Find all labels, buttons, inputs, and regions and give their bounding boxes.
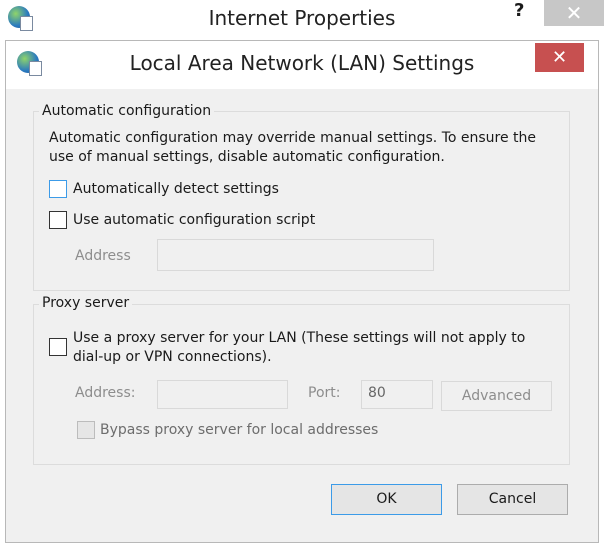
proxy-address-label: Address:	[75, 385, 136, 401]
use-proxy-label[interactable]: Use a proxy server for your LAN (These s…	[73, 329, 525, 367]
port-label: Port:	[308, 385, 341, 401]
ok-button[interactable]: OK	[331, 484, 442, 515]
use-proxy-label-line1: Use a proxy server for your LAN (These s…	[73, 330, 526, 346]
cancel-button[interactable]: Cancel	[457, 484, 568, 515]
auto-detect-label[interactable]: Automatically detect settings	[73, 181, 279, 197]
script-address-input[interactable]	[157, 239, 434, 271]
advanced-button[interactable]: Advanced	[441, 381, 552, 411]
dialog-title: Local Area Network (LAN) Settings	[129, 51, 475, 75]
auto-config-description: Automatic configuration may override man…	[49, 130, 537, 165]
lan-settings-dialog: Local Area Network (LAN) Settings ✕ Auto…	[5, 40, 599, 543]
port-input[interactable]: 80	[361, 380, 433, 409]
auto-detect-checkbox[interactable]	[49, 180, 67, 198]
auto-script-label[interactable]: Use automatic configuration script	[73, 212, 315, 228]
outer-close-button[interactable]: ✕	[544, 0, 604, 26]
automatic-configuration-legend: Automatic configuration	[39, 103, 215, 119]
bypass-checkbox[interactable]	[77, 421, 95, 439]
use-proxy-checkbox[interactable]	[49, 338, 67, 356]
help-button[interactable]: ?	[514, 0, 524, 21]
dialog-title-bar: Local Area Network (LAN) Settings ✕	[6, 41, 598, 89]
bypass-label[interactable]: Bypass proxy server for local addresses	[100, 422, 378, 438]
use-proxy-label-line2: dial-up or VPN connections).	[73, 349, 272, 365]
dialog-close-button[interactable]: ✕	[535, 43, 584, 72]
proxy-server-legend: Proxy server	[39, 295, 133, 311]
auto-script-checkbox[interactable]	[49, 211, 67, 229]
script-address-label: Address	[75, 248, 131, 264]
proxy-address-input[interactable]	[157, 380, 288, 409]
